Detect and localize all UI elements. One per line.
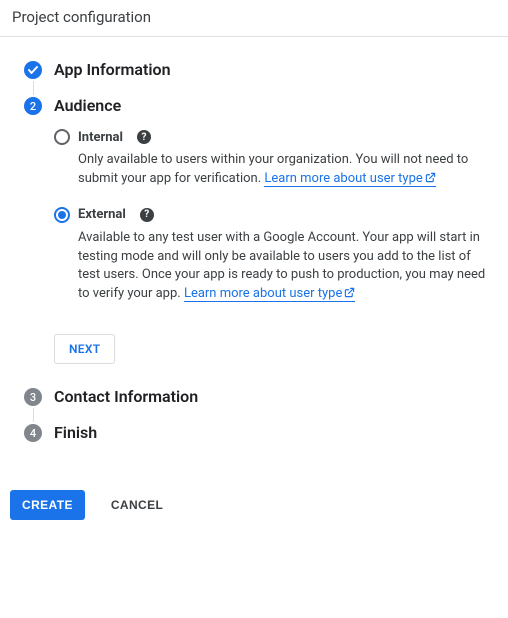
step-app-information: App Information (20, 61, 488, 97)
footer-actions: CREATE CANCEL (0, 490, 508, 540)
create-button[interactable]: CREATE (10, 490, 85, 520)
help-icon[interactable]: ? (137, 130, 151, 144)
step-title: Finish (54, 424, 488, 442)
radio-external-label: External (78, 207, 126, 222)
external-link-icon (423, 171, 436, 186)
next-button[interactable]: NEXT (54, 334, 115, 364)
step-title: App Information (54, 61, 488, 79)
stepper: App Information 2 Audience Internal ? On… (0, 37, 508, 490)
step-title: Audience (54, 97, 488, 115)
audience-form: Internal ? Only available to users withi… (54, 115, 488, 382)
radio-internal-label: Internal (78, 130, 123, 145)
external-description: Available to any test user with a Google… (54, 229, 488, 304)
step-connector (33, 408, 34, 422)
step-connector (33, 81, 34, 95)
learn-more-external-link[interactable]: Learn more about user type (184, 286, 355, 302)
cancel-button[interactable]: CANCEL (105, 497, 169, 513)
radio-external[interactable] (54, 207, 70, 223)
internal-description: Only available to users within your orga… (54, 151, 488, 189)
step-number-badge: 2 (24, 97, 42, 115)
step-title: Contact Information (54, 388, 488, 406)
step-complete-icon (24, 61, 42, 79)
page-title: Project configuration (12, 8, 151, 26)
step-finish: 4 Finish (20, 424, 488, 470)
step-number-badge: 4 (24, 424, 42, 442)
page-header: Project configuration (0, 0, 508, 37)
step-number-badge: 3 (24, 388, 42, 406)
help-icon[interactable]: ? (140, 208, 154, 222)
radio-internal-row: Internal ? (54, 129, 488, 145)
step-audience: 2 Audience Internal ? Only available to … (20, 97, 488, 388)
step-contact-information: 3 Contact Information (20, 388, 488, 424)
external-link-icon (342, 286, 355, 301)
learn-more-internal-link[interactable]: Learn more about user type (264, 171, 435, 187)
radio-external-row: External ? (54, 207, 488, 223)
radio-internal[interactable] (54, 129, 70, 145)
